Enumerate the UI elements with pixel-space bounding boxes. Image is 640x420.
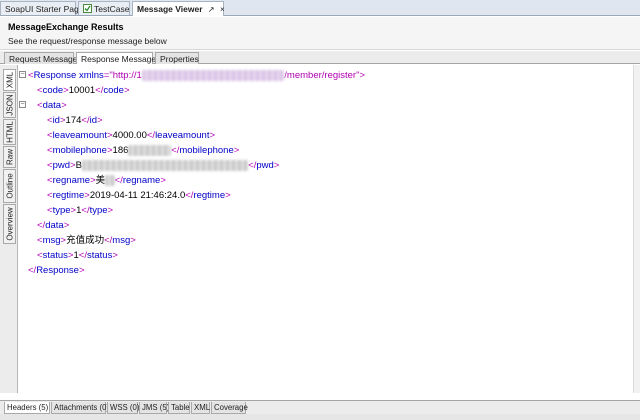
testcase-icon bbox=[83, 4, 92, 13]
xml-response-editor[interactable]: − <Response xmlns="http://1xxxxxxxxxxxxx… bbox=[19, 65, 633, 393]
xml-line-mobilephone: <mobilephone>186xxxxxxxxx</mobilephone> bbox=[47, 145, 240, 156]
document-tab-bar: SoapUI Starter Page TestCase 1 Message V… bbox=[0, 0, 640, 16]
redacted-password: xxxxxxxxxxxxxxxxxxxxxxxxxxxxxxxxxxx bbox=[81, 160, 249, 171]
tab-testcase-1[interactable]: TestCase 1 bbox=[78, 1, 137, 15]
tab-soapui-starter-page[interactable]: SoapUI Starter Page bbox=[0, 1, 83, 15]
redacted-host: xxxxxxxxxxxxxxxxxxxxxxxxxxxxxx bbox=[141, 70, 285, 81]
tab-xml[interactable]: XML bbox=[3, 69, 16, 91]
tab-request-message[interactable]: Request Message bbox=[4, 52, 78, 64]
page-subtitle: See the request/response message below bbox=[8, 36, 167, 46]
view-mode-tabs: XML JSON HTML Raw Outline Overview bbox=[0, 65, 18, 393]
tab-wss[interactable]: WSS (0) bbox=[107, 402, 139, 414]
xml-line-status: <status>1</status> bbox=[37, 250, 118, 261]
tab-label: SoapUI Starter Page bbox=[5, 4, 84, 14]
xml-line-leaveamount: <leaveamount>4000.00</leaveamount> bbox=[47, 130, 216, 141]
close-icon[interactable]: × bbox=[220, 5, 225, 14]
tab-json[interactable]: JSON bbox=[3, 92, 16, 118]
redacted-name: xx bbox=[105, 175, 115, 186]
tab-response-message[interactable]: Response Message bbox=[76, 52, 156, 64]
tab-label: TestCase 1 bbox=[94, 4, 137, 14]
xml-line-data-close: </data> bbox=[37, 220, 70, 231]
collapse-icon[interactable]: − bbox=[19, 71, 26, 78]
tab-coverage[interactable]: Coverage bbox=[211, 402, 248, 414]
xml-line-type: <type>1</type> bbox=[47, 205, 114, 216]
tab-raw[interactable]: Raw bbox=[3, 146, 16, 168]
tab-jms[interactable]: JMS (5) bbox=[139, 402, 169, 414]
tab-overview[interactable]: Overview bbox=[3, 204, 16, 244]
status-strip bbox=[0, 414, 640, 420]
xml-line-response-open: − <Response xmlns="http://1xxxxxxxxxxxxx… bbox=[19, 70, 366, 81]
page-title: MessageExchange Results bbox=[8, 22, 124, 32]
tab-html[interactable]: HTML bbox=[3, 119, 16, 145]
tab-headers[interactable]: Headers (5) bbox=[4, 402, 50, 414]
xml-line-regname: <regname>美xx</regname> bbox=[47, 175, 166, 186]
xml-line-response-close: </Response> bbox=[28, 265, 85, 276]
pin-icon[interactable]: ↗ bbox=[208, 5, 215, 14]
tab-properties[interactable]: Properties bbox=[155, 52, 199, 64]
xml-line-pwd: <pwd>Bxxxxxxxxxxxxxxxxxxxxxxxxxxxxxxxxxx… bbox=[47, 160, 280, 171]
redacted-phone: xxxxxxxxx bbox=[128, 145, 172, 156]
xml-line-id: <id>174</id> bbox=[47, 115, 103, 126]
vertical-scrollbar[interactable] bbox=[633, 65, 640, 393]
tab-message-viewer[interactable]: Message Viewer ↗ × bbox=[132, 1, 225, 16]
xml-line-msg: <msg>充值成功</msg> bbox=[37, 235, 136, 246]
tab-table[interactable]: Table bbox=[168, 402, 190, 414]
collapse-icon[interactable]: − bbox=[19, 101, 26, 108]
tab-label: Message Viewer bbox=[137, 4, 203, 14]
tab-xml-bottom[interactable]: XML bbox=[191, 402, 210, 414]
xml-line-code: <code>10001</code> bbox=[37, 85, 130, 96]
xml-line-data-open: − <data> bbox=[19, 100, 67, 111]
tab-outline[interactable]: Outline bbox=[3, 169, 16, 203]
message-tab-bar: Request Message Response Message Propert… bbox=[0, 51, 640, 64]
xml-line-regtime: <regtime>2019-04-11 21:46:24.0</regtime> bbox=[47, 190, 231, 201]
response-detail-tabs: Headers (5) Attachments (0) WSS (0) JMS … bbox=[0, 400, 640, 414]
tab-attachments[interactable]: Attachments (0) bbox=[51, 402, 109, 414]
results-header: MessageExchange Results See the request/… bbox=[0, 17, 640, 50]
